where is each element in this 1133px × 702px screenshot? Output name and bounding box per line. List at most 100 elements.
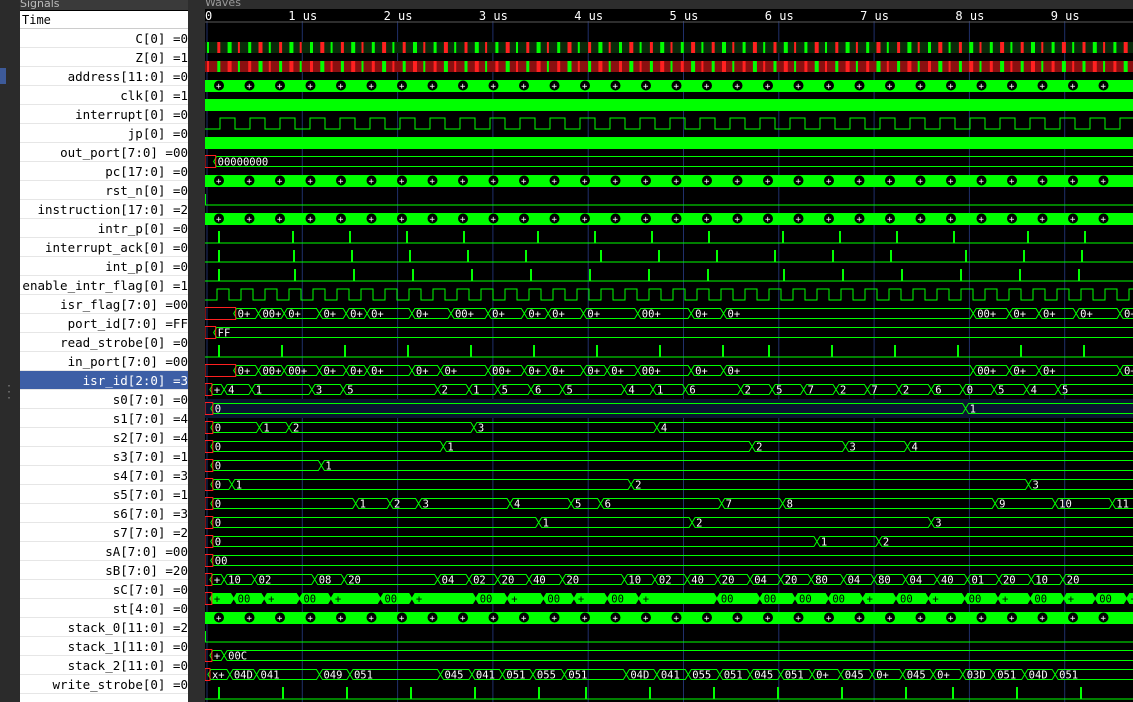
transition-burst <box>897 61 901 72</box>
signal-name-row[interactable]: enable_intr_flag[0] =1 <box>20 276 188 295</box>
transition-burst <box>814 42 819 53</box>
bus-value-label: 02 <box>659 575 672 587</box>
bus-value-label: 40 <box>941 575 954 587</box>
transition-burst <box>454 61 457 72</box>
bus-transition-glyph: + <box>887 215 893 225</box>
bus-value-label: 4 <box>228 385 234 397</box>
transition-burst <box>454 42 457 53</box>
signal-name-row[interactable]: rst_n[0] =0 <box>20 181 188 200</box>
signal-name-row[interactable]: address[11:0] =0 <box>20 67 188 86</box>
bus-value-label: 0 <box>215 480 221 492</box>
bus-transition-glyph: + <box>369 215 375 225</box>
bus-transition-glyph: + <box>430 215 436 225</box>
bus-transition-glyph: + <box>491 614 497 624</box>
bus-value-label: 10 <box>228 575 241 587</box>
bus-value-label: + <box>578 594 584 606</box>
bus-value-label: 08 <box>319 575 332 587</box>
transition-burst <box>268 61 271 72</box>
transition-burst <box>969 61 974 72</box>
signal-name-row[interactable]: s0[7:0] =0 <box>20 390 188 409</box>
waves-panel[interactable]: 0 1 us 2 us 3 us 4 us 5 us 6 us 7 us 8 us 9 us + + +… <box>205 9 1133 702</box>
signal-name-row[interactable]: instruction[17:0] =2 <box>20 200 188 219</box>
transition-burst <box>845 42 850 53</box>
signal-name-row[interactable]: out_port[7:0] =00 <box>20 143 188 162</box>
signal-name-row[interactable]: s4[7:0] =3 <box>20 466 188 485</box>
bus-transition-glyph: + <box>552 82 558 92</box>
signal-name-row[interactable]: s1[7:0] =4 <box>20 409 188 428</box>
transition-burst <box>1113 42 1117 53</box>
bus-value-label: + <box>335 594 341 606</box>
signal-name-row[interactable]: C[0] =0 <box>20 29 188 48</box>
signal-name-row[interactable]: stack_0[11:0] =2 <box>20 618 188 637</box>
signal-name-row[interactable]: s3[7:0] =1 <box>20 447 188 466</box>
signal-name-row[interactable]: int_p[0] =0 <box>20 257 188 276</box>
bus-transition-glyph: + <box>216 614 222 624</box>
transition-burst <box>1092 61 1097 72</box>
bus-value-label: 2 <box>442 385 448 397</box>
bus-value-label: + <box>511 594 517 606</box>
signal-name-row[interactable]: sB[7:0] =20 <box>20 561 188 580</box>
bus-transition-glyph: + <box>399 177 405 187</box>
signal-name-row[interactable]: isr_id[2:0] =3 <box>20 371 188 390</box>
transition-burst <box>649 42 653 53</box>
signal-name-row[interactable]: pc[17:0] =0 <box>20 162 188 181</box>
panel-splitter[interactable] <box>188 0 205 702</box>
signal-name-row[interactable]: port_id[7:0] =FF <box>20 314 188 333</box>
signal-name-row[interactable]: s5[7:0] =1 <box>20 485 188 504</box>
bus-transition-glyph: + <box>1040 215 1046 225</box>
signal-name-row[interactable]: Z[0] =1 <box>20 48 188 67</box>
signal-name-row[interactable]: read_strobe[0] =0 <box>20 333 188 352</box>
signal-name-row[interactable]: interrupt[0] =0 <box>20 105 188 124</box>
bus-value-label: 1 <box>360 499 366 511</box>
signal-name-row[interactable]: stack_2[11:0] =0 <box>20 656 188 675</box>
transition-burst <box>866 61 870 72</box>
signal-name-row[interactable]: in_port[7:0] =00 <box>20 352 188 371</box>
signal-name-row[interactable]: s7[7:0] =2 <box>20 523 188 542</box>
signal-name-row[interactable]: clk[0] =1 <box>20 86 188 105</box>
transition-burst <box>207 61 209 72</box>
signal-name-row[interactable]: write_strobe[0] =0 <box>20 675 188 694</box>
bus-transition-glyph: + <box>613 82 619 92</box>
panel-resize-grip-icon[interactable]: · · · <box>6 382 12 404</box>
bus-value-label: 0 <box>215 461 221 473</box>
bus-value-label: 20 <box>1067 575 1080 587</box>
mixed-wave-fill <box>205 61 1133 72</box>
transition-burst <box>217 61 221 72</box>
bus-value-label: + <box>214 575 220 587</box>
transition-burst <box>948 42 951 53</box>
signal-name-row[interactable]: stack_1[11:0] =0 <box>20 637 188 656</box>
bus-value-label: 0+ <box>323 366 336 378</box>
bus-transition-glyph: + <box>277 82 283 92</box>
transition-burst <box>938 61 943 72</box>
signal-name-row[interactable]: s2[7:0] =4 <box>20 428 188 447</box>
waveform-canvas[interactable]: 0 1 us 2 us 3 us 4 us 5 us 6 us 7 us 8 us 9 us + + +… <box>205 9 1133 702</box>
transition-burst <box>330 61 333 72</box>
bus-value-label: 00+ <box>642 309 661 321</box>
transition-burst <box>752 42 757 53</box>
bus-value-label: 00+ <box>262 366 281 378</box>
bus-value-label: 051 <box>568 670 587 682</box>
bus-value-label: 10 <box>628 575 641 587</box>
signal-name-row[interactable]: s6[7:0] =3 <box>20 504 188 523</box>
left-strip-selected-marker[interactable] <box>0 68 6 84</box>
waves-panel-title: Waves <box>205 0 1133 9</box>
transition-burst <box>742 61 746 72</box>
signal-name-row[interactable]: isr_flag[7:0] =00 <box>20 295 188 314</box>
transition-burst <box>371 61 375 72</box>
signal-name-row[interactable]: interrupt_ack[0] =0 <box>20 238 188 257</box>
signal-name-row[interactable]: intr_p[0] =0 <box>20 219 188 238</box>
bus-value-label: 4 <box>911 442 917 454</box>
transition-burst <box>897 42 901 53</box>
transition-burst <box>855 61 858 72</box>
bus-transition-glyph: + <box>704 82 710 92</box>
bus-value-label: 0+ <box>816 670 829 682</box>
bus-value-label: 00 <box>384 594 397 606</box>
signal-name-row[interactable]: sA[7:0] =00 <box>20 542 188 561</box>
transition-burst <box>629 42 634 53</box>
signal-name-row[interactable]: sC[7:0] =0 <box>20 580 188 599</box>
signal-name-row[interactable]: jp[0] =0 <box>20 124 188 143</box>
transition-burst <box>948 61 951 72</box>
signal-name-row[interactable]: st[4:0] =0 <box>20 599 188 618</box>
bus-transition-glyph: + <box>765 82 771 92</box>
bus-value-label: 4 <box>1031 385 1037 397</box>
